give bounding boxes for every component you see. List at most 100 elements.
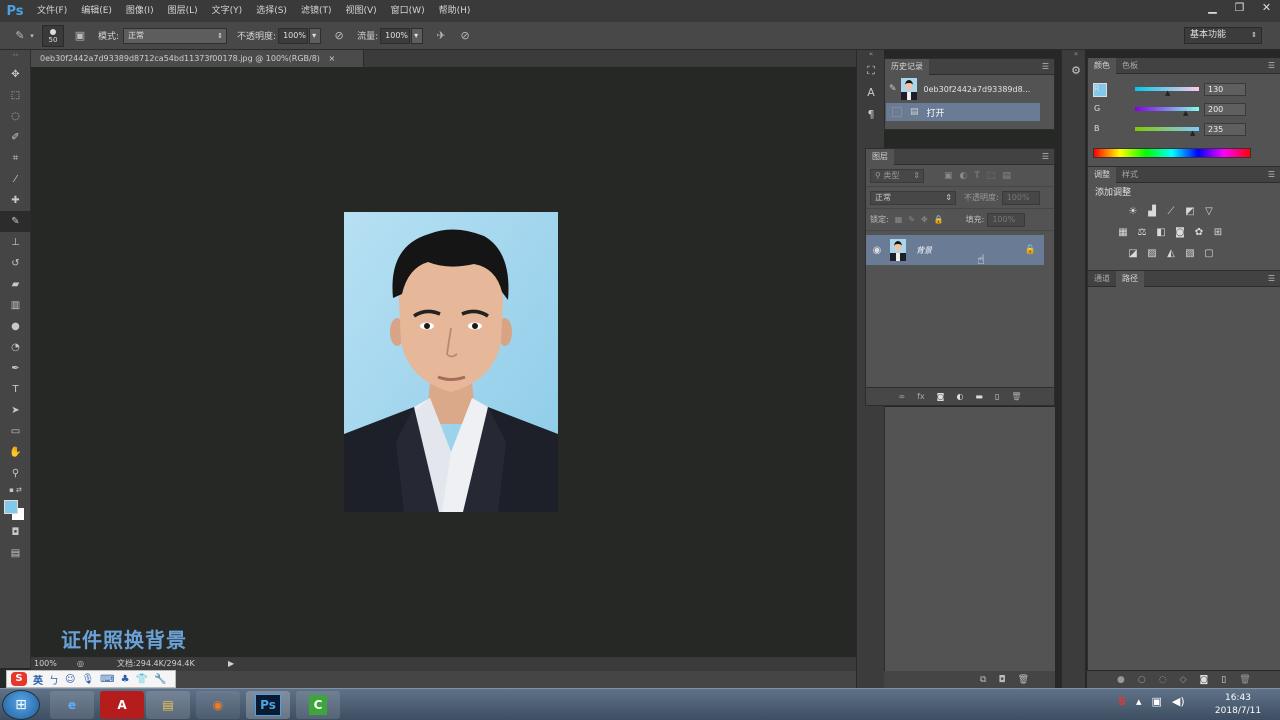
healing-brush-tool-icon[interactable]: ✚ bbox=[0, 190, 31, 211]
taskbar-acrobat[interactable]: A bbox=[100, 691, 144, 719]
sogou-logo-icon[interactable]: S bbox=[11, 672, 27, 686]
restore-button[interactable]: ❐ bbox=[1226, 0, 1253, 16]
g-thumb[interactable]: ▲ bbox=[1183, 109, 1188, 117]
clone-stamp-tool-icon[interactable]: ⊥ bbox=[0, 232, 31, 253]
path-select-tool-icon[interactable]: ➤ bbox=[0, 400, 31, 421]
move-tool-icon[interactable]: ✥ bbox=[0, 64, 31, 85]
pressure-opacity-icon[interactable]: ⊘ bbox=[331, 28, 347, 44]
taskbar-ie[interactable]: e bbox=[50, 691, 94, 719]
skin-icon[interactable]: ♣ bbox=[121, 674, 130, 685]
menu-type[interactable]: 文字(Y) bbox=[205, 0, 250, 22]
curves-icon[interactable]: ⟋ bbox=[1164, 205, 1178, 218]
mode-select[interactable]: 正常 ⇕ bbox=[123, 27, 228, 44]
new-document-from-state-icon[interactable]: ⧉ bbox=[980, 675, 986, 685]
add-mask-icon[interactable]: ◙ bbox=[937, 392, 945, 401]
gradient-map-icon[interactable]: ▧ bbox=[1183, 247, 1197, 260]
tab-history[interactable]: 历史记录 bbox=[885, 58, 929, 75]
panel-grip-icon[interactable]: ›› bbox=[0, 50, 31, 64]
new-group-icon[interactable]: ▬ bbox=[975, 392, 983, 401]
paragraph-panel-icon[interactable]: ¶ bbox=[857, 104, 885, 126]
screen-mode-icon[interactable]: ▤ bbox=[0, 543, 31, 564]
brush-tool-preset-icon[interactable]: ✎ bbox=[12, 28, 28, 44]
make-path-icon[interactable]: ◇ bbox=[1180, 675, 1187, 685]
chevron-down-icon[interactable]: ▾ bbox=[28, 28, 36, 44]
quick-select-tool-icon[interactable]: ✐ bbox=[0, 127, 31, 148]
delete-layer-icon[interactable]: 🗑 bbox=[1011, 392, 1021, 401]
add-mask-icon[interactable]: ◙ bbox=[1200, 675, 1209, 685]
clock[interactable]: 16:43 2018/7/11 bbox=[1198, 692, 1278, 718]
levels-icon[interactable]: ▟ bbox=[1145, 205, 1159, 218]
new-layer-icon[interactable]: ▯ bbox=[995, 392, 999, 401]
document-size[interactable]: 文档:294.4K/294.4K bbox=[117, 657, 195, 671]
volume-icon[interactable]: ◀) bbox=[1172, 695, 1185, 708]
microphone-icon[interactable]: 🎙 bbox=[81, 674, 94, 685]
emoji-icon[interactable]: ☺ bbox=[65, 674, 75, 685]
menu-view[interactable]: 视图(V) bbox=[338, 0, 383, 22]
brightness-icon[interactable]: ☀ bbox=[1126, 205, 1140, 218]
channel-mixer-icon[interactable]: ✿ bbox=[1192, 226, 1206, 239]
start-button[interactable]: ⊞ bbox=[2, 690, 40, 720]
flow-input[interactable]: 100% bbox=[380, 27, 411, 44]
network-icon[interactable]: ▣ bbox=[1151, 695, 1161, 708]
history-panel-icon[interactable]: ⛶ bbox=[857, 60, 885, 82]
tab-layers[interactable]: 图层 bbox=[866, 148, 894, 165]
eyedropper-tool-icon[interactable]: ⁄ bbox=[0, 169, 31, 190]
taskbar-firefox[interactable]: ◉ bbox=[196, 691, 240, 719]
close-button[interactable]: ✕ bbox=[1253, 0, 1280, 16]
b-thumb[interactable]: ▲ bbox=[1190, 129, 1195, 137]
ime-language[interactable]: 英 bbox=[33, 672, 43, 687]
link-layers-icon[interactable]: ∞ bbox=[898, 392, 905, 401]
collapse-icon[interactable]: « bbox=[1062, 50, 1090, 60]
layer-filter-icons[interactable]: ▣◐T⬚▤ bbox=[944, 171, 1018, 181]
stroke-path-icon[interactable]: ○ bbox=[1138, 675, 1146, 685]
layer-filter-select[interactable]: ⚲ 类型 ⇕ bbox=[870, 168, 924, 183]
export-icon[interactable]: ◎ bbox=[77, 657, 84, 671]
photo-filter-icon[interactable]: ◙ bbox=[1173, 226, 1187, 239]
layer-row-background[interactable]: ◉ 背景 🔒 bbox=[866, 235, 1044, 265]
history-snapshot[interactable]: ✎ 0eb30f2442a7d93389d8... bbox=[885, 75, 1054, 103]
shape-tool-icon[interactable]: ▭ bbox=[0, 421, 31, 442]
punctuation-icon[interactable]: ㄅ bbox=[49, 672, 59, 687]
history-brush-tool-icon[interactable]: ↺ bbox=[0, 253, 31, 274]
fill-input[interactable]: 100% bbox=[987, 212, 1026, 227]
color-balance-icon[interactable]: ⚖ bbox=[1135, 226, 1149, 239]
panel-menu-icon[interactable]: ☰ bbox=[1268, 61, 1275, 70]
minimize-button[interactable]: ▁ bbox=[1199, 0, 1226, 16]
history-step-checkbox[interactable] bbox=[892, 107, 902, 117]
menu-edit[interactable]: 编辑(E) bbox=[74, 0, 119, 22]
tab-styles[interactable]: 样式 bbox=[1116, 167, 1144, 183]
shirt-icon[interactable]: 👕 bbox=[136, 674, 148, 685]
panel-menu-icon[interactable]: ☰ bbox=[1268, 170, 1275, 179]
color-lookup-icon[interactable]: ⊞ bbox=[1211, 226, 1225, 239]
fill-path-icon[interactable]: ● bbox=[1117, 675, 1125, 685]
play-arrow-icon[interactable]: ▶ bbox=[228, 657, 234, 671]
brush-size-picker[interactable]: 50 bbox=[42, 24, 64, 47]
tab-swatches[interactable]: 色板 bbox=[1116, 58, 1144, 74]
workspace-select[interactable]: 基本功能 ⇕ bbox=[1184, 27, 1262, 44]
swap-colors-icon[interactable]: ▪ ⇄ bbox=[0, 484, 31, 496]
menu-file[interactable]: 文件(F) bbox=[30, 0, 74, 22]
close-tab-icon[interactable]: × bbox=[328, 54, 335, 63]
history-step[interactable]: ▤ 打开 bbox=[886, 103, 1040, 121]
snapshot-icon[interactable]: ◘ bbox=[998, 675, 1005, 685]
opacity-dropdown[interactable]: ▾ bbox=[309, 27, 322, 44]
vibrance-icon[interactable]: ▽ bbox=[1202, 205, 1216, 218]
pen-tool-icon[interactable]: ✒ bbox=[0, 358, 31, 379]
color-spectrum-bar[interactable] bbox=[1093, 148, 1251, 158]
keyboard-icon[interactable]: ⌨ bbox=[100, 674, 114, 685]
lasso-tool-icon[interactable]: ◌ bbox=[0, 106, 31, 127]
quick-mask-icon[interactable]: ◘ bbox=[0, 522, 31, 543]
sogou-tray-icon[interactable]: S bbox=[1118, 695, 1126, 708]
taskbar-camtasia[interactable]: C bbox=[296, 691, 340, 719]
adjustment-layer-icon[interactable]: ◐ bbox=[956, 392, 963, 401]
invert-icon[interactable]: ◪ bbox=[1126, 247, 1140, 260]
menu-help[interactable]: 帮助(H) bbox=[432, 0, 478, 22]
taskbar-photoshop[interactable]: Ps bbox=[246, 691, 290, 719]
menu-select[interactable]: 选择(S) bbox=[249, 0, 294, 22]
marquee-tool-icon[interactable]: ⬚ bbox=[0, 85, 31, 106]
history-brush-source-icon[interactable]: ✎ bbox=[889, 84, 897, 94]
threshold-icon[interactable]: ◭ bbox=[1164, 247, 1178, 260]
hand-tool-icon[interactable]: ✋ bbox=[0, 442, 31, 463]
menu-filter[interactable]: 滤镜(T) bbox=[294, 0, 339, 22]
character-panel-icon[interactable]: A bbox=[857, 82, 885, 104]
